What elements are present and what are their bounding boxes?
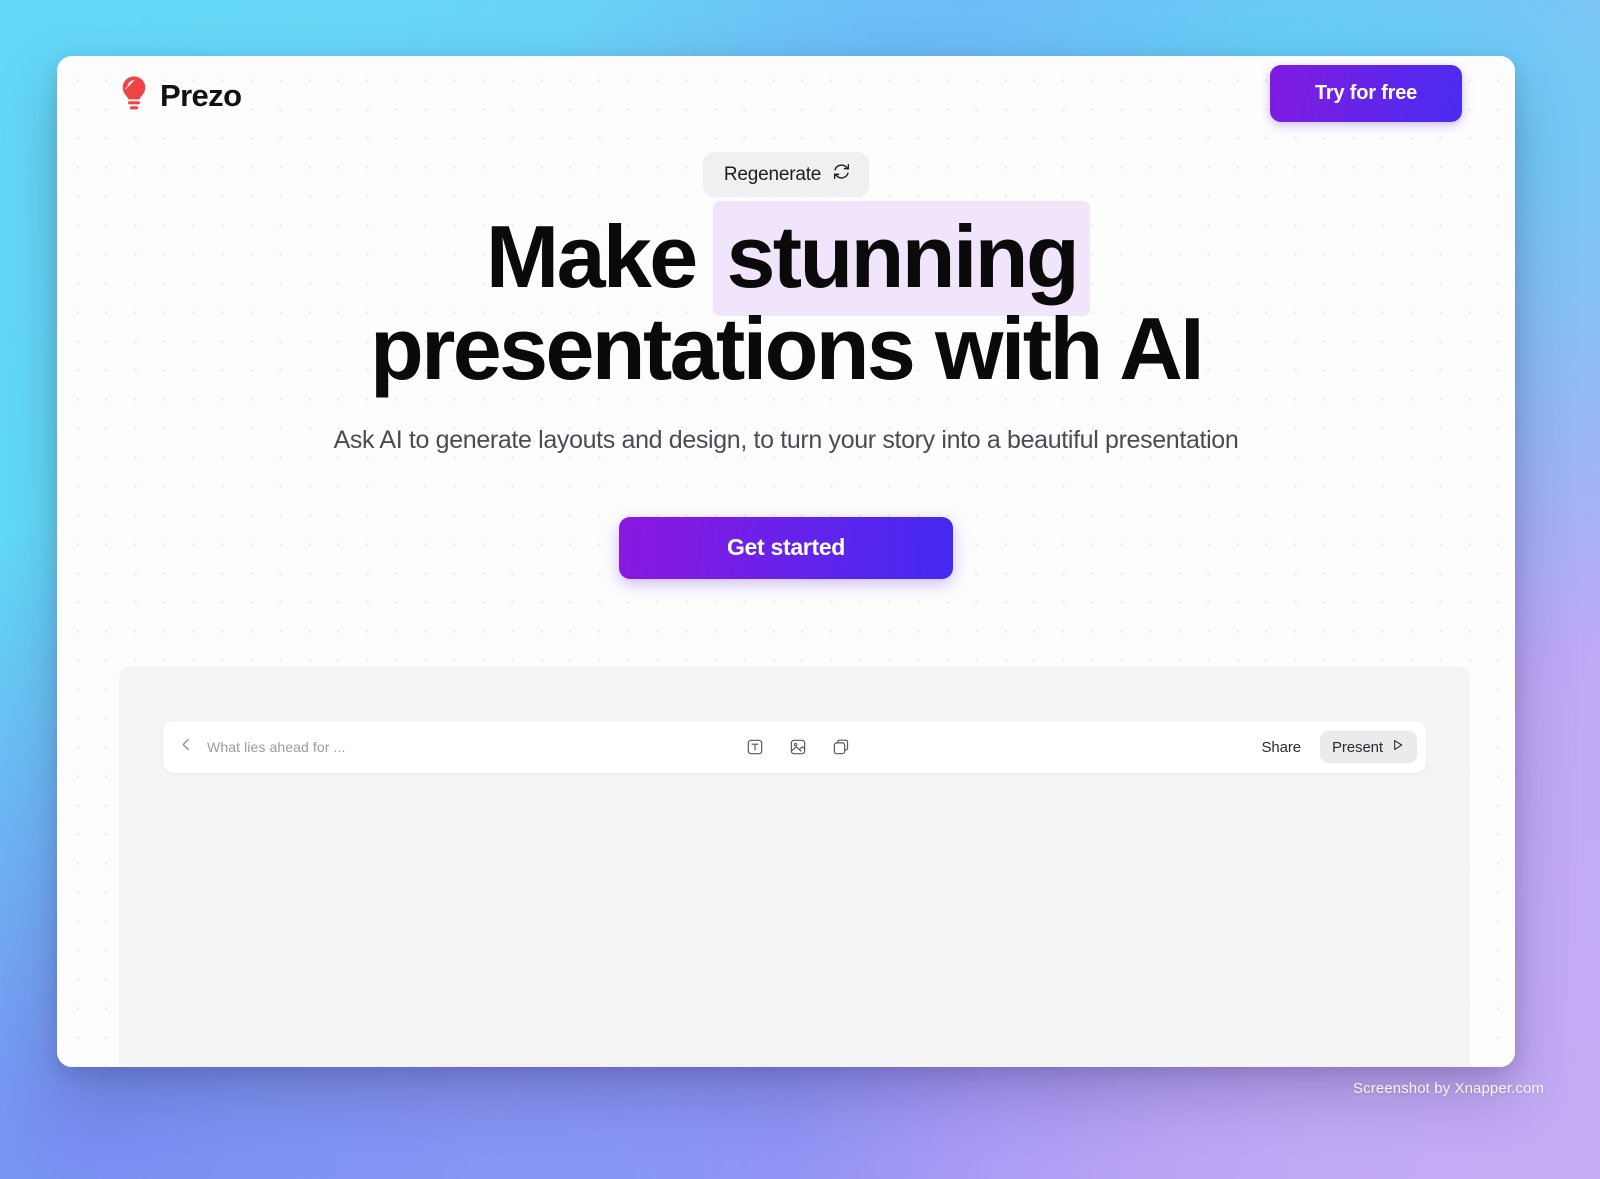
play-triangle-icon [1391,738,1405,756]
toolbar-tools-group [743,735,853,759]
slide-title[interactable]: What lies ahead for ... [207,739,345,755]
toolbar-left-group: What lies ahead for ... [163,737,743,757]
refresh-cycle-icon [832,162,851,187]
try-for-free-button[interactable]: Try for free [1270,65,1462,122]
editor-panel: What lies ahead for ... Share Present [119,666,1470,1067]
headline-part1: Make [485,207,718,306]
lightbulb-icon [119,75,149,116]
app-window: Prezo Try for free Regenerate Make stunn… [57,56,1515,1067]
editor-toolbar: What lies ahead for ... Share Present [163,721,1426,773]
headline-part2: presentations with AI [369,299,1205,399]
present-label: Present [1332,738,1383,756]
hero-subtitle: Ask AI to generate layouts and design, t… [333,425,1239,454]
screenshot-watermark: Screenshot by Xnapper.com [1353,1080,1544,1097]
toolbar-right-group: Share Present [853,731,1426,763]
present-button[interactable]: Present [1320,731,1417,763]
regenerate-label: Regenerate [723,163,822,185]
page-title: Make stunning presentations with AI [57,201,1515,399]
brand-logo[interactable]: Prezo [119,75,242,116]
regenerate-button[interactable]: Regenerate [702,152,870,197]
chevron-left-icon[interactable] [179,737,194,757]
image-icon[interactable] [786,735,810,759]
share-button[interactable]: Share [1248,732,1314,763]
shapes-icon[interactable] [829,735,853,759]
hero-section: Regenerate Make stunning presentations w… [57,152,1515,579]
brand-name: Prezo [160,77,242,113]
app-header: Prezo Try for free [57,56,1515,138]
get-started-button[interactable]: Get started [619,516,953,579]
text-box-icon[interactable] [743,735,767,759]
